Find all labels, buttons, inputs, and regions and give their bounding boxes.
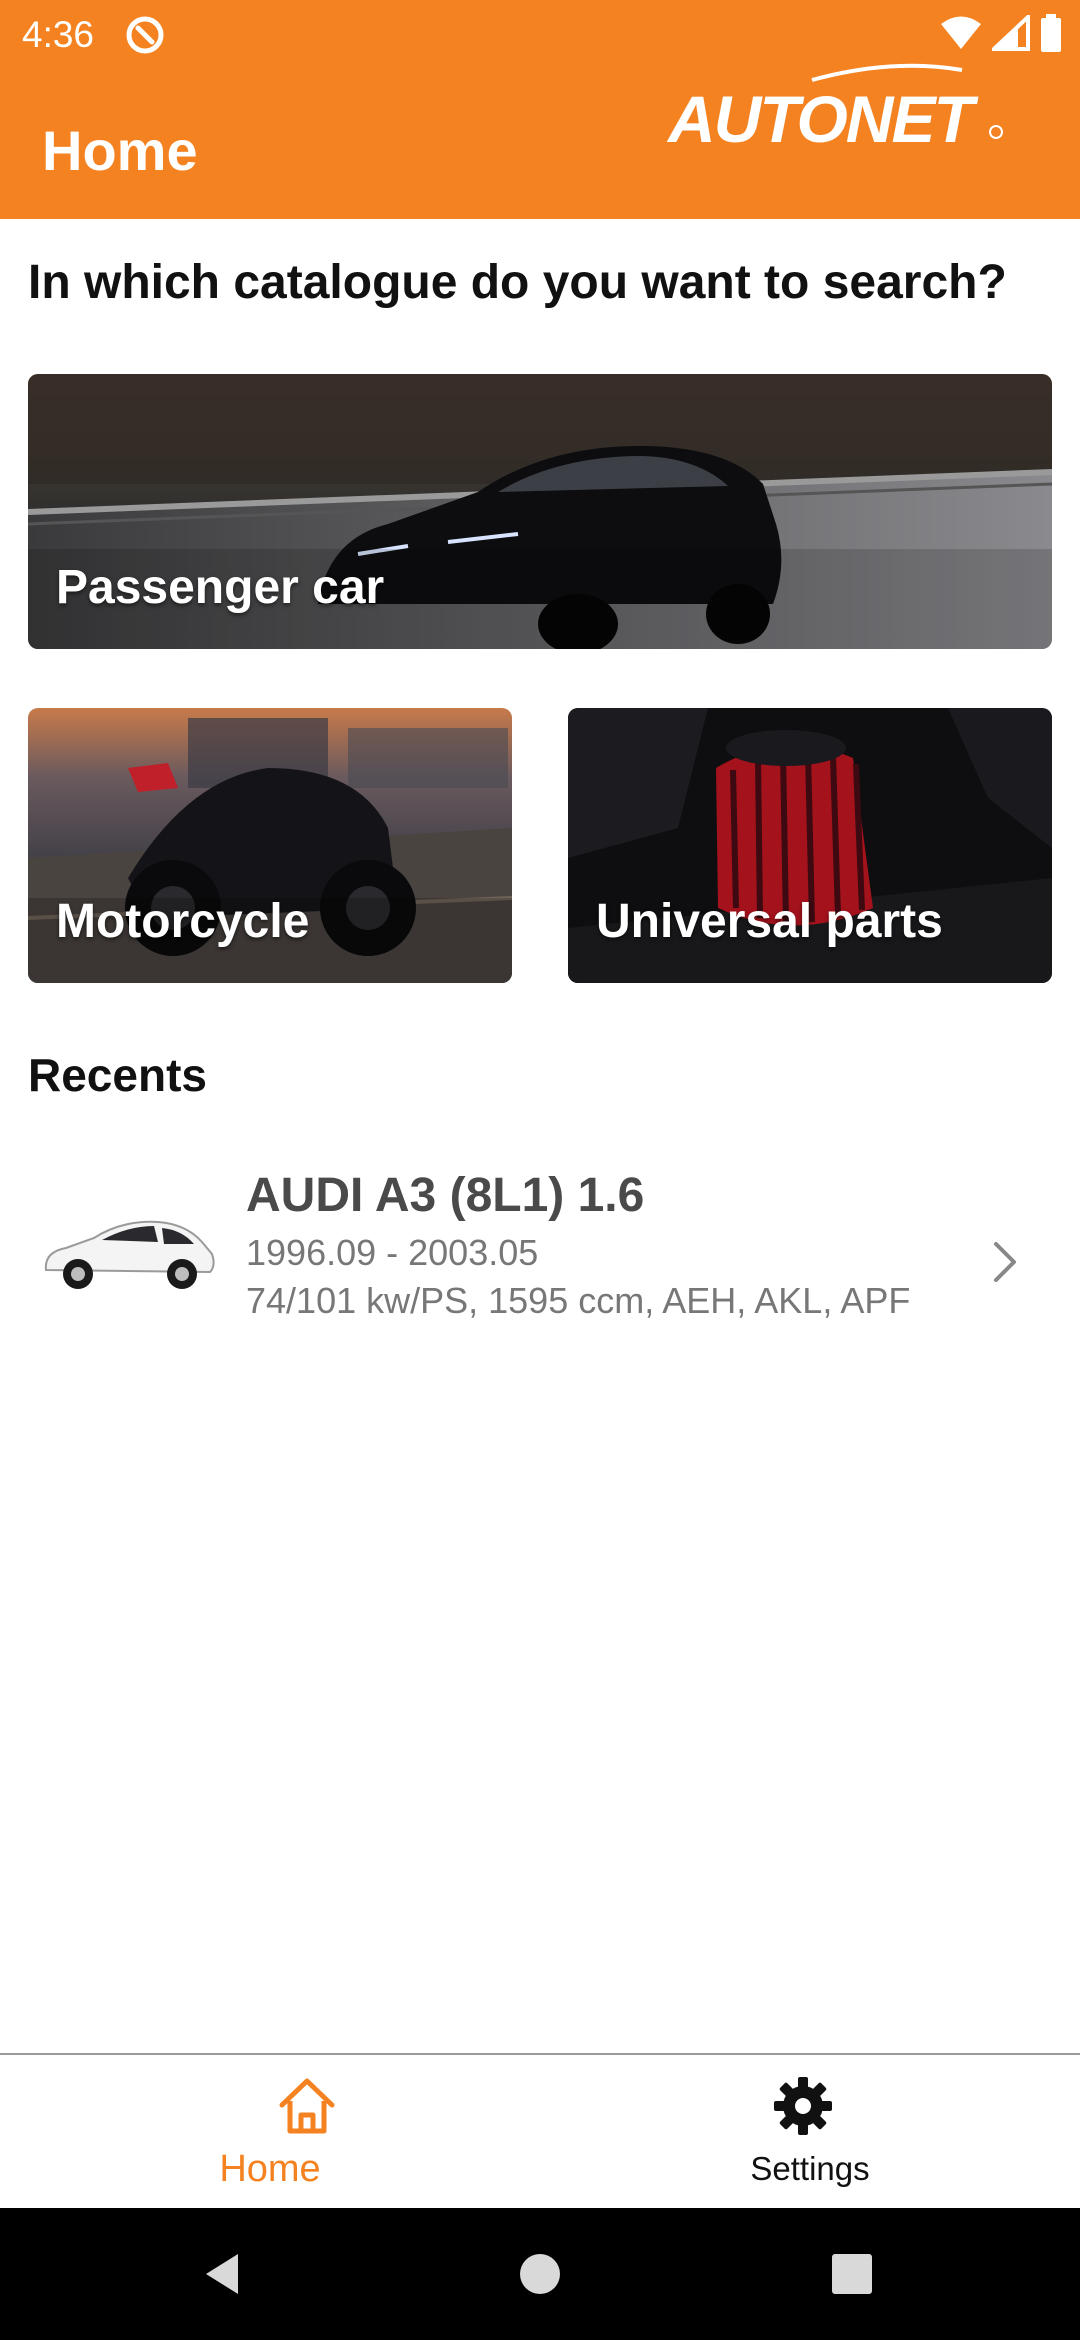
chevron-right-icon[interactable] [988, 1240, 1024, 1284]
recent-vehicle-specs: 74/101 kw/PS, 1595 ccm, AEH, AKL, APF [246, 1280, 911, 1321]
battery-icon [1041, 14, 1061, 52]
back-icon[interactable] [196, 2246, 252, 2302]
nav-label-settings: Settings [750, 2150, 870, 2187]
car-thumbnail [44, 1220, 215, 1289]
home-icon [279, 2078, 335, 2134]
tile-label-motorcycle: Motorcycle [56, 895, 310, 948]
catalogue-question: In which catalogue do you want to search… [28, 256, 1007, 309]
signal-icon [992, 15, 1030, 51]
catalogue-tile-passenger-car[interactable]: Passenger car [28, 374, 1052, 649]
home-circle-icon[interactable] [512, 2246, 568, 2302]
catalogue-tile-motorcycle[interactable]: Motorcycle [28, 708, 512, 983]
nav-item-settings[interactable]: Settings [540, 2055, 1080, 2210]
autonet-logo: AUTONET [666, 63, 1003, 156]
system-navigation-bar [0, 2208, 1080, 2340]
app-bar: 4:36 Home AUTONET [0, 0, 1080, 219]
recents-title: Recents [28, 1049, 207, 1101]
svg-text:AUTONET: AUTONET [666, 82, 978, 156]
tile-label-passenger-car: Passenger car [56, 561, 385, 614]
nav-label-home: Home [219, 2148, 321, 2190]
bottom-navigation: Home Settings [0, 2053, 1080, 2208]
tile-label-universal-parts: Universal parts [596, 895, 943, 948]
status-time: 4:36 [22, 14, 95, 55]
recents-square-icon[interactable] [824, 2246, 880, 2302]
status-icons [940, 14, 1062, 52]
page-title: Home [42, 119, 198, 182]
catalogue-tile-universal-parts[interactable]: Universal parts [568, 708, 1052, 983]
recent-vehicle-dates: 1996.09 - 2003.05 [246, 1232, 539, 1273]
nav-item-home[interactable]: Home [0, 2055, 540, 2210]
recent-vehicle-item[interactable]: AUDI A3 (8L1) 1.6 1996.09 - 2003.05 74/1… [0, 1140, 1080, 1390]
recent-vehicle-title: AUDI A3 (8L1) 1.6 [246, 1169, 645, 1222]
gear-icon [774, 2077, 832, 2135]
app-notification-icon [126, 16, 164, 54]
wifi-icon [941, 16, 981, 49]
